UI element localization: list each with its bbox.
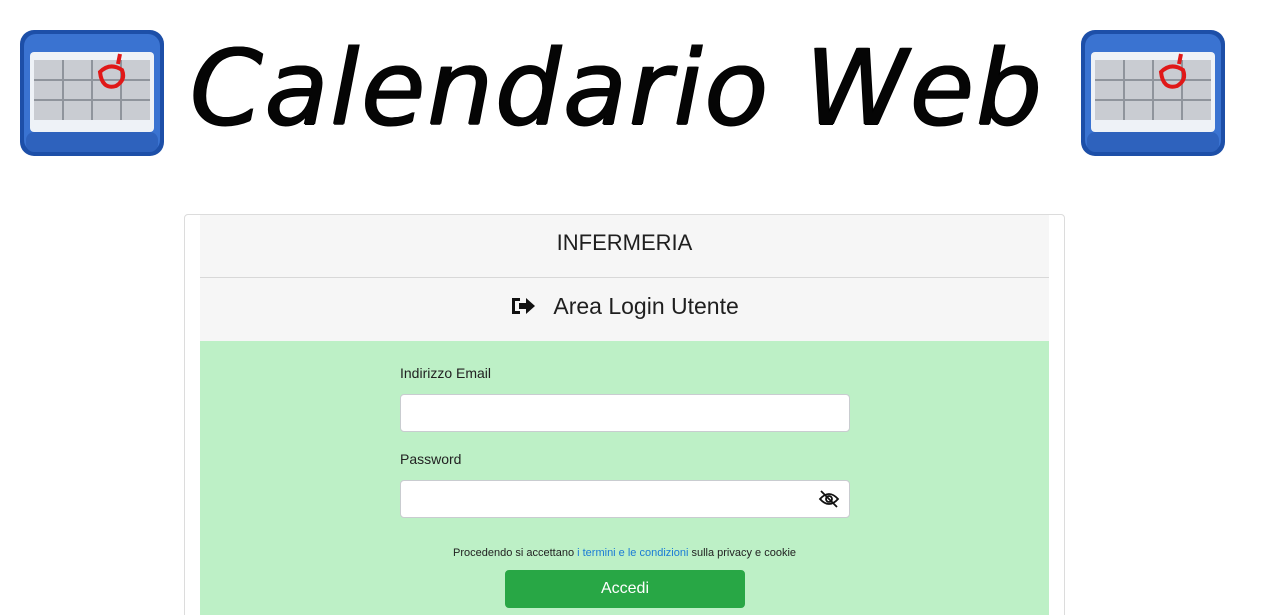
- terms-prefix: Procedendo si accettano: [452, 547, 578, 559]
- email-field[interactable]: [400, 394, 850, 432]
- sign-in-icon: [512, 297, 536, 314]
- terms-link[interactable]: i termini e le condizioni: [577, 547, 688, 559]
- login-card: INFERMERIA Area Login Utente Indirizzo E…: [184, 214, 1065, 615]
- login-header: Area Login Utente: [200, 278, 1049, 341]
- login-title: Area Login Utente: [553, 293, 739, 319]
- login-button[interactable]: Accedi: [505, 570, 745, 608]
- terms-suffix: sulla privacy e cookie: [688, 547, 797, 559]
- site-title: Calendario Web: [190, 27, 1045, 149]
- password-field[interactable]: [400, 480, 850, 518]
- banner: Calendario Web: [0, 0, 1270, 170]
- calendar-icon: [1081, 30, 1225, 156]
- terms-notice: Procedendo si accettano i termini e le c…: [200, 547, 1049, 559]
- email-label: Indirizzo Email: [400, 365, 492, 381]
- password-label: Password: [400, 451, 462, 467]
- login-form: Indirizzo Email Password Procedendo si a…: [200, 341, 1049, 615]
- eye-slash-icon[interactable]: [818, 490, 840, 508]
- calendar-icon: [20, 30, 164, 156]
- organization-name: INFERMERIA: [200, 215, 1049, 278]
